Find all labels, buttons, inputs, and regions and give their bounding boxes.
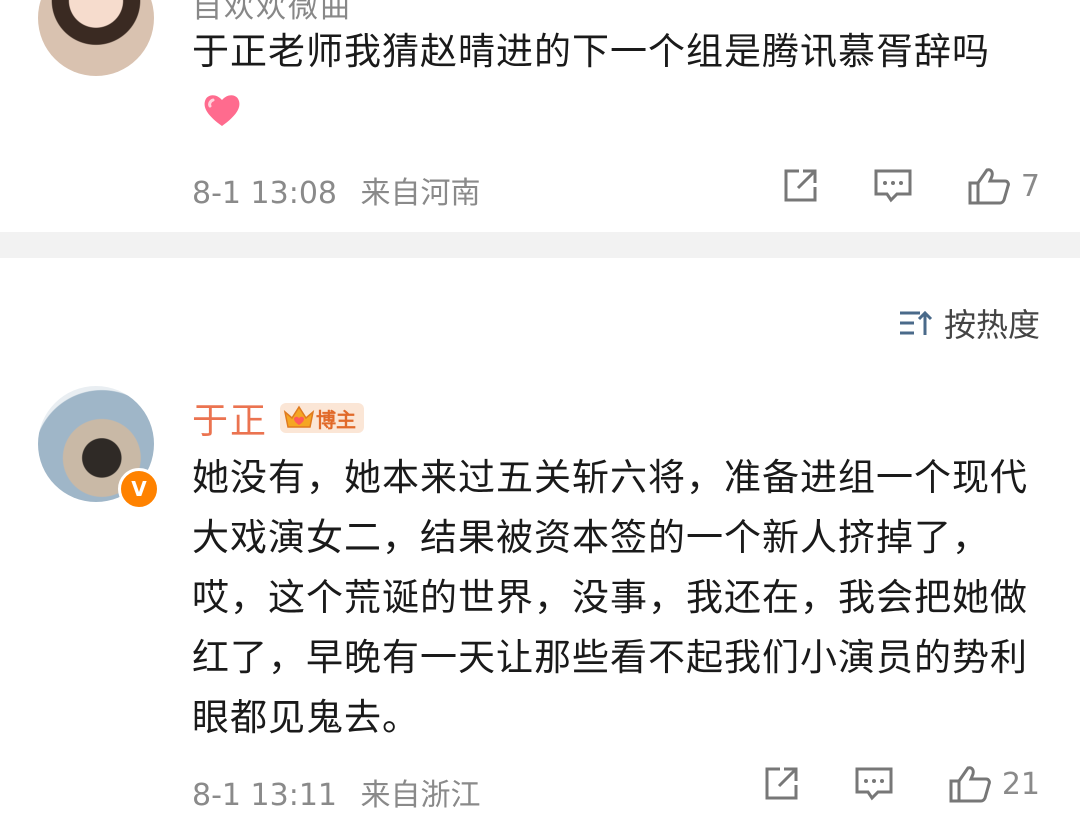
comment-time: 8-1 13:08 [192, 176, 337, 211]
comment-actions: 7 [781, 166, 1040, 206]
comment-author: 于正 博主 [192, 392, 365, 444]
share-icon [784, 169, 817, 202]
comment-text: 她没有，她本来过五关斩六将，准备进组一个现代大戏演女二，结果被资本签的一个新人挤… [192, 456, 1028, 739]
comment-item: 自欢欢微曲 于正老师我猜赵晴进的下一个组是腾讯慕胥辞吗 8-1 13:08 来自… [0, 0, 1080, 232]
thumbs-up-icon [968, 168, 1010, 205]
reply-button[interactable] [854, 765, 894, 803]
blogger-badge: 博主 [280, 403, 365, 433]
comment-time: 8-1 13:11 [192, 778, 337, 813]
reply-button[interactable] [873, 167, 913, 205]
like-count: 7 [1020, 168, 1040, 204]
share-button[interactable] [781, 167, 819, 205]
sort-label: 按热度 [943, 306, 1040, 344]
comment-icon [874, 169, 912, 203]
like-count: 21 [1001, 766, 1040, 802]
comment-meta: 8-1 13:08 来自河南 [192, 168, 481, 212]
like-button[interactable]: 21 [948, 764, 1040, 804]
section-divider [0, 232, 1080, 258]
share-icon [765, 767, 798, 800]
comment-actions: 21 [762, 764, 1040, 804]
sort-icon [899, 310, 933, 335]
crown-icon [283, 405, 315, 428]
comment-text: 于正老师我猜赵晴进的下一个组是腾讯慕胥辞吗 [192, 22, 1012, 142]
blogger-label: 博主 [316, 407, 357, 432]
avatar[interactable] [38, 0, 154, 76]
comment-text-content: 于正老师我猜赵晴进的下一个组是腾讯慕胥辞吗 [192, 30, 990, 73]
thumbs-up-icon [949, 766, 991, 803]
heart-emoji-icon [204, 95, 240, 126]
comment-location: 来自浙江 [360, 778, 481, 813]
comment-location: 来自河南 [360, 176, 481, 211]
share-button[interactable] [762, 765, 800, 803]
verified-badge: V [118, 468, 160, 510]
comment-username[interactable]: 于正 [192, 392, 268, 444]
comment-icon [855, 767, 893, 801]
comment-item: 按热度 V 于正 博主 她没有，她本来过五关斩六将，准备进组一个现代大戏演女二，… [0, 258, 1080, 834]
like-button[interactable]: 7 [967, 166, 1040, 206]
sort-by-hot-button[interactable]: 按热度 [898, 300, 1040, 346]
comment-meta: 8-1 13:11 来自浙江 [192, 770, 481, 814]
